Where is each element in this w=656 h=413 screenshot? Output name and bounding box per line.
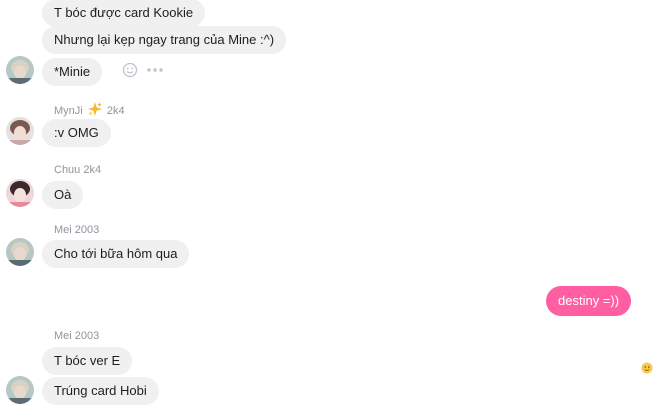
sender-name-text: Chuu 2k4 xyxy=(54,164,102,176)
own-message-bubble[interactable]: destiny =)) xyxy=(546,286,632,316)
message-bubble[interactable]: T bóc ver E xyxy=(42,347,133,375)
sender-name: MynJi 2k4 xyxy=(54,101,125,121)
message-actions xyxy=(122,62,164,83)
message-text: Oà xyxy=(54,187,72,202)
sender-name: Chuu 2k4 xyxy=(54,164,101,177)
message-bubble[interactable]: :v OMG xyxy=(42,119,111,147)
message-bubble[interactable]: Nhưng lại kẹp ngay trang của Mine :^) xyxy=(42,26,287,54)
message-bubble[interactable]: Trúng card Hobi xyxy=(42,377,159,405)
message-bubble[interactable]: *Minie xyxy=(42,58,103,86)
avatar[interactable] xyxy=(6,179,34,207)
sender-name: Mei 2003 xyxy=(54,330,99,343)
message-text: T bóc được card Kookie xyxy=(54,5,194,20)
avatar[interactable] xyxy=(6,238,34,266)
chat-thread: T bóc được card Kookie Nhưng lại kẹp nga… xyxy=(0,0,656,413)
sparkle-emoji-icon xyxy=(87,101,103,121)
message-bubble[interactable]: Oà xyxy=(42,181,84,209)
seen-avatar-icon xyxy=(641,361,653,374)
message-bubble[interactable]: T bóc được card Kookie xyxy=(42,0,206,27)
avatar[interactable] xyxy=(6,117,34,145)
message-text: Nhưng lại kẹp ngay trang của Mine :^) xyxy=(54,32,275,47)
smiley-icon[interactable] xyxy=(122,62,138,83)
message-text: *Minie xyxy=(54,64,91,79)
avatar[interactable] xyxy=(6,376,34,404)
message-text: :v OMG xyxy=(54,125,99,140)
message-text: Cho tới bữa hôm qua xyxy=(54,246,178,261)
sender-name-text: Mei 2003 xyxy=(54,224,100,236)
message-bubble[interactable]: Cho tới bữa hôm qua xyxy=(42,240,190,268)
sender-suffix: 2k4 xyxy=(106,105,125,117)
more-dots-icon[interactable] xyxy=(146,62,164,83)
sender-name-text: MynJi xyxy=(54,105,83,117)
message-text: destiny =)) xyxy=(558,293,620,308)
avatar[interactable] xyxy=(6,56,34,84)
message-text: Trúng card Hobi xyxy=(54,383,147,398)
message-text: T bóc ver E xyxy=(54,353,121,368)
sender-name: Mei 2003 xyxy=(54,224,99,237)
sender-name-text: Mei 2003 xyxy=(54,330,100,342)
